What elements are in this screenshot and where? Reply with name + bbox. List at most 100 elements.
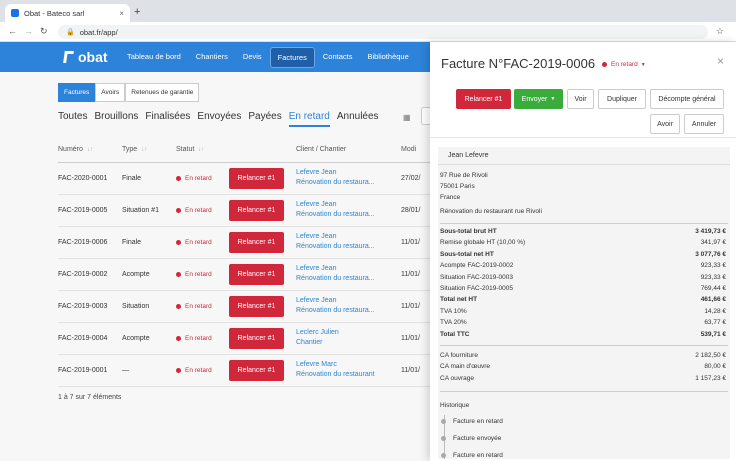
status-dot-icon xyxy=(176,303,181,309)
ca-value: 1 157,23 € xyxy=(695,374,726,382)
doc-type-avoirs[interactable]: Avoirs xyxy=(95,83,126,102)
address-line: 75001 Paris xyxy=(440,183,475,190)
total-value: 923,33 € xyxy=(700,273,726,281)
filter-en-retard[interactable]: En retard xyxy=(288,111,330,127)
invoice-type: Finale xyxy=(122,226,176,259)
nav-contacts[interactable]: Contacts xyxy=(316,47,360,68)
client-cell[interactable]: Lefevre Jean Rénovation du restaura... xyxy=(296,258,401,291)
relancer-button[interactable]: Relancer #1 xyxy=(229,263,284,285)
nav-chantiers[interactable]: Chantiers xyxy=(189,47,235,68)
calendar-icon[interactable]: ▦ xyxy=(403,113,411,122)
back-arrow-icon[interactable]: ← xyxy=(8,26,17,36)
filter-toutes[interactable]: Toutes xyxy=(58,111,87,127)
decompte-button[interactable]: Décompte général xyxy=(650,89,724,109)
relancer-button[interactable]: Relancer #1 xyxy=(229,199,284,221)
col-action xyxy=(229,138,296,163)
col-numero[interactable]: Numéro ↓↑ xyxy=(58,138,122,163)
table-row[interactable]: FAC-2019-0006 Finale En retard Relancer #1 L… xyxy=(58,226,430,259)
invoice-status: En retard xyxy=(176,194,229,227)
invoice-number[interactable]: FAC-2019-0006 xyxy=(58,226,122,259)
table-row[interactable]: FAC-2019-0001— En retard Relancer #1 Lefevr… xyxy=(58,354,430,387)
doc-type-retenues[interactable]: Retenues de garantie xyxy=(125,83,200,102)
history-item: Facture en retard xyxy=(441,452,503,459)
client-cell[interactable]: Lefevre Jean Rénovation du restaura... xyxy=(296,290,401,323)
invoice-status: En retard xyxy=(176,258,229,291)
forward-arrow-icon[interactable]: → xyxy=(24,26,33,36)
relancer-button[interactable]: Relancer #1 xyxy=(456,89,511,109)
relancer-button[interactable]: Relancer #1 xyxy=(229,231,284,253)
relancer-button[interactable]: Relancer #1 xyxy=(229,295,284,317)
invoice-number[interactable]: FAC-2019-0002 xyxy=(58,258,122,291)
client-link: Lefevre Jean xyxy=(296,169,337,176)
bookmark-star-icon[interactable]: ☆ xyxy=(716,26,724,37)
panel-status-badge[interactable]: En retard ▼ xyxy=(602,61,646,68)
nav-factures[interactable]: Factures xyxy=(269,47,315,68)
chantier-link: Chantier xyxy=(296,339,323,346)
modified-date: 27/02/ xyxy=(401,162,430,195)
chantier-link: Rénovation du restaura... xyxy=(296,243,375,250)
reload-icon[interactable]: ↻ xyxy=(40,26,48,37)
logo-text: obat xyxy=(78,49,108,65)
total-label: Situation FAC-2019-0003 xyxy=(440,273,513,281)
relancer-button[interactable]: Relancer #1 xyxy=(229,359,284,381)
client-cell[interactable]: Leclerc Julien Chantier xyxy=(296,322,401,355)
relancer-button[interactable]: Relancer #1 xyxy=(229,327,284,349)
filter-envoyees[interactable]: Envoyées xyxy=(197,111,241,127)
client-cell[interactable]: Lefevre Jean Rénovation du restaura... xyxy=(296,162,401,195)
table-row[interactable]: FAC-2019-0004 Acompte En retard Relancer #1… xyxy=(58,322,430,355)
total-label: TVA 10% xyxy=(440,307,467,315)
sort-icon[interactable]: ↓↑ xyxy=(198,147,204,153)
nav-tableau-de-bord[interactable]: Tableau de bord xyxy=(120,47,188,68)
history-item: Facture en retard xyxy=(441,418,503,425)
client-cell[interactable]: Lefevre Marc Rénovation du restaurant xyxy=(296,354,401,387)
filter-annulees[interactable]: Annulées xyxy=(337,111,379,127)
table-row[interactable]: FAC-2020-0001 Finale En retard Relancer #1 L… xyxy=(58,162,430,195)
total-row: Situation FAC-2019-0003 923,33 € xyxy=(440,274,726,281)
close-icon[interactable]: × xyxy=(717,54,724,68)
table-row[interactable]: FAC-2019-0005 Situation #1 En retard Relanc… xyxy=(58,194,430,227)
avoir-button[interactable]: Avoir xyxy=(650,114,680,134)
sort-icon[interactable]: ↓↑ xyxy=(141,147,147,153)
invoice-status: En retard xyxy=(176,354,229,387)
invoice-number[interactable]: FAC-2019-0001 xyxy=(58,354,122,387)
annuler-button[interactable]: Annuler xyxy=(684,114,724,134)
filter-brouillons[interactable]: Brouillons xyxy=(94,111,138,127)
invoice-number[interactable]: FAC-2020-0001 xyxy=(58,162,122,195)
invoice-number[interactable]: FAC-2019-0004 xyxy=(58,322,122,355)
chantier-link: Rénovation du restaurant xyxy=(296,371,375,378)
voir-button[interactable]: Voir xyxy=(567,89,594,109)
ca-row: CA ouvrage 1 157,23 € xyxy=(440,375,726,382)
dupliquer-button[interactable]: Dupliquer xyxy=(598,89,646,109)
action-cell: Relancer #1 xyxy=(229,258,296,291)
table-row[interactable]: FAC-2019-0003 Situation En retard Relancer … xyxy=(58,290,430,323)
close-tab-icon[interactable]: × xyxy=(119,9,124,18)
client-name: Jean Lefevre xyxy=(438,147,730,165)
invoice-number[interactable]: FAC-2019-0005 xyxy=(58,194,122,227)
sort-icon[interactable]: ↓↑ xyxy=(87,147,93,153)
filter-finalisees[interactable]: Finalisées xyxy=(145,111,190,127)
envoyer-button[interactable]: Envoyer ▼ xyxy=(514,89,563,109)
client-link: Lefevre Jean xyxy=(296,201,337,208)
nav-devis[interactable]: Devis xyxy=(236,47,269,68)
col-client[interactable]: Client / Chantier xyxy=(296,138,401,163)
nav-bibliotheque[interactable]: Bibliothèque xyxy=(360,47,415,68)
new-tab-icon[interactable]: + xyxy=(134,6,140,18)
total-row: Remise globale HT (10,00 %) 341,97 € xyxy=(440,239,726,246)
col-type[interactable]: Type ↓↑ xyxy=(122,138,176,163)
browser-tab[interactable]: Obat - Bateco sarl × xyxy=(5,4,130,22)
address-bar[interactable]: 🔒 obat.fr/app/ xyxy=(58,25,708,39)
client-cell[interactable]: Lefevre Jean Rénovation du restaura... xyxy=(296,194,401,227)
col-statut[interactable]: Statut ↓↑ xyxy=(176,138,229,163)
filter-payees[interactable]: Payées xyxy=(248,111,281,127)
client-cell[interactable]: Lefevre Jean Rénovation du restaura... xyxy=(296,226,401,259)
table-row[interactable]: FAC-2019-0002 Acompte En retard Relancer #1… xyxy=(58,258,430,291)
invoice-type: Situation #1 xyxy=(122,194,176,227)
doc-type-factures[interactable]: Factures xyxy=(58,83,96,102)
invoice-number[interactable]: FAC-2019-0003 xyxy=(58,290,122,323)
total-value: 3 419,73 € xyxy=(695,228,726,235)
obat-logo[interactable]: obat xyxy=(63,49,108,65)
invoice-status: En retard xyxy=(176,290,229,323)
divider xyxy=(440,223,728,224)
relancer-button[interactable]: Relancer #1 xyxy=(229,167,284,189)
col-modif[interactable]: Modi xyxy=(401,138,430,163)
